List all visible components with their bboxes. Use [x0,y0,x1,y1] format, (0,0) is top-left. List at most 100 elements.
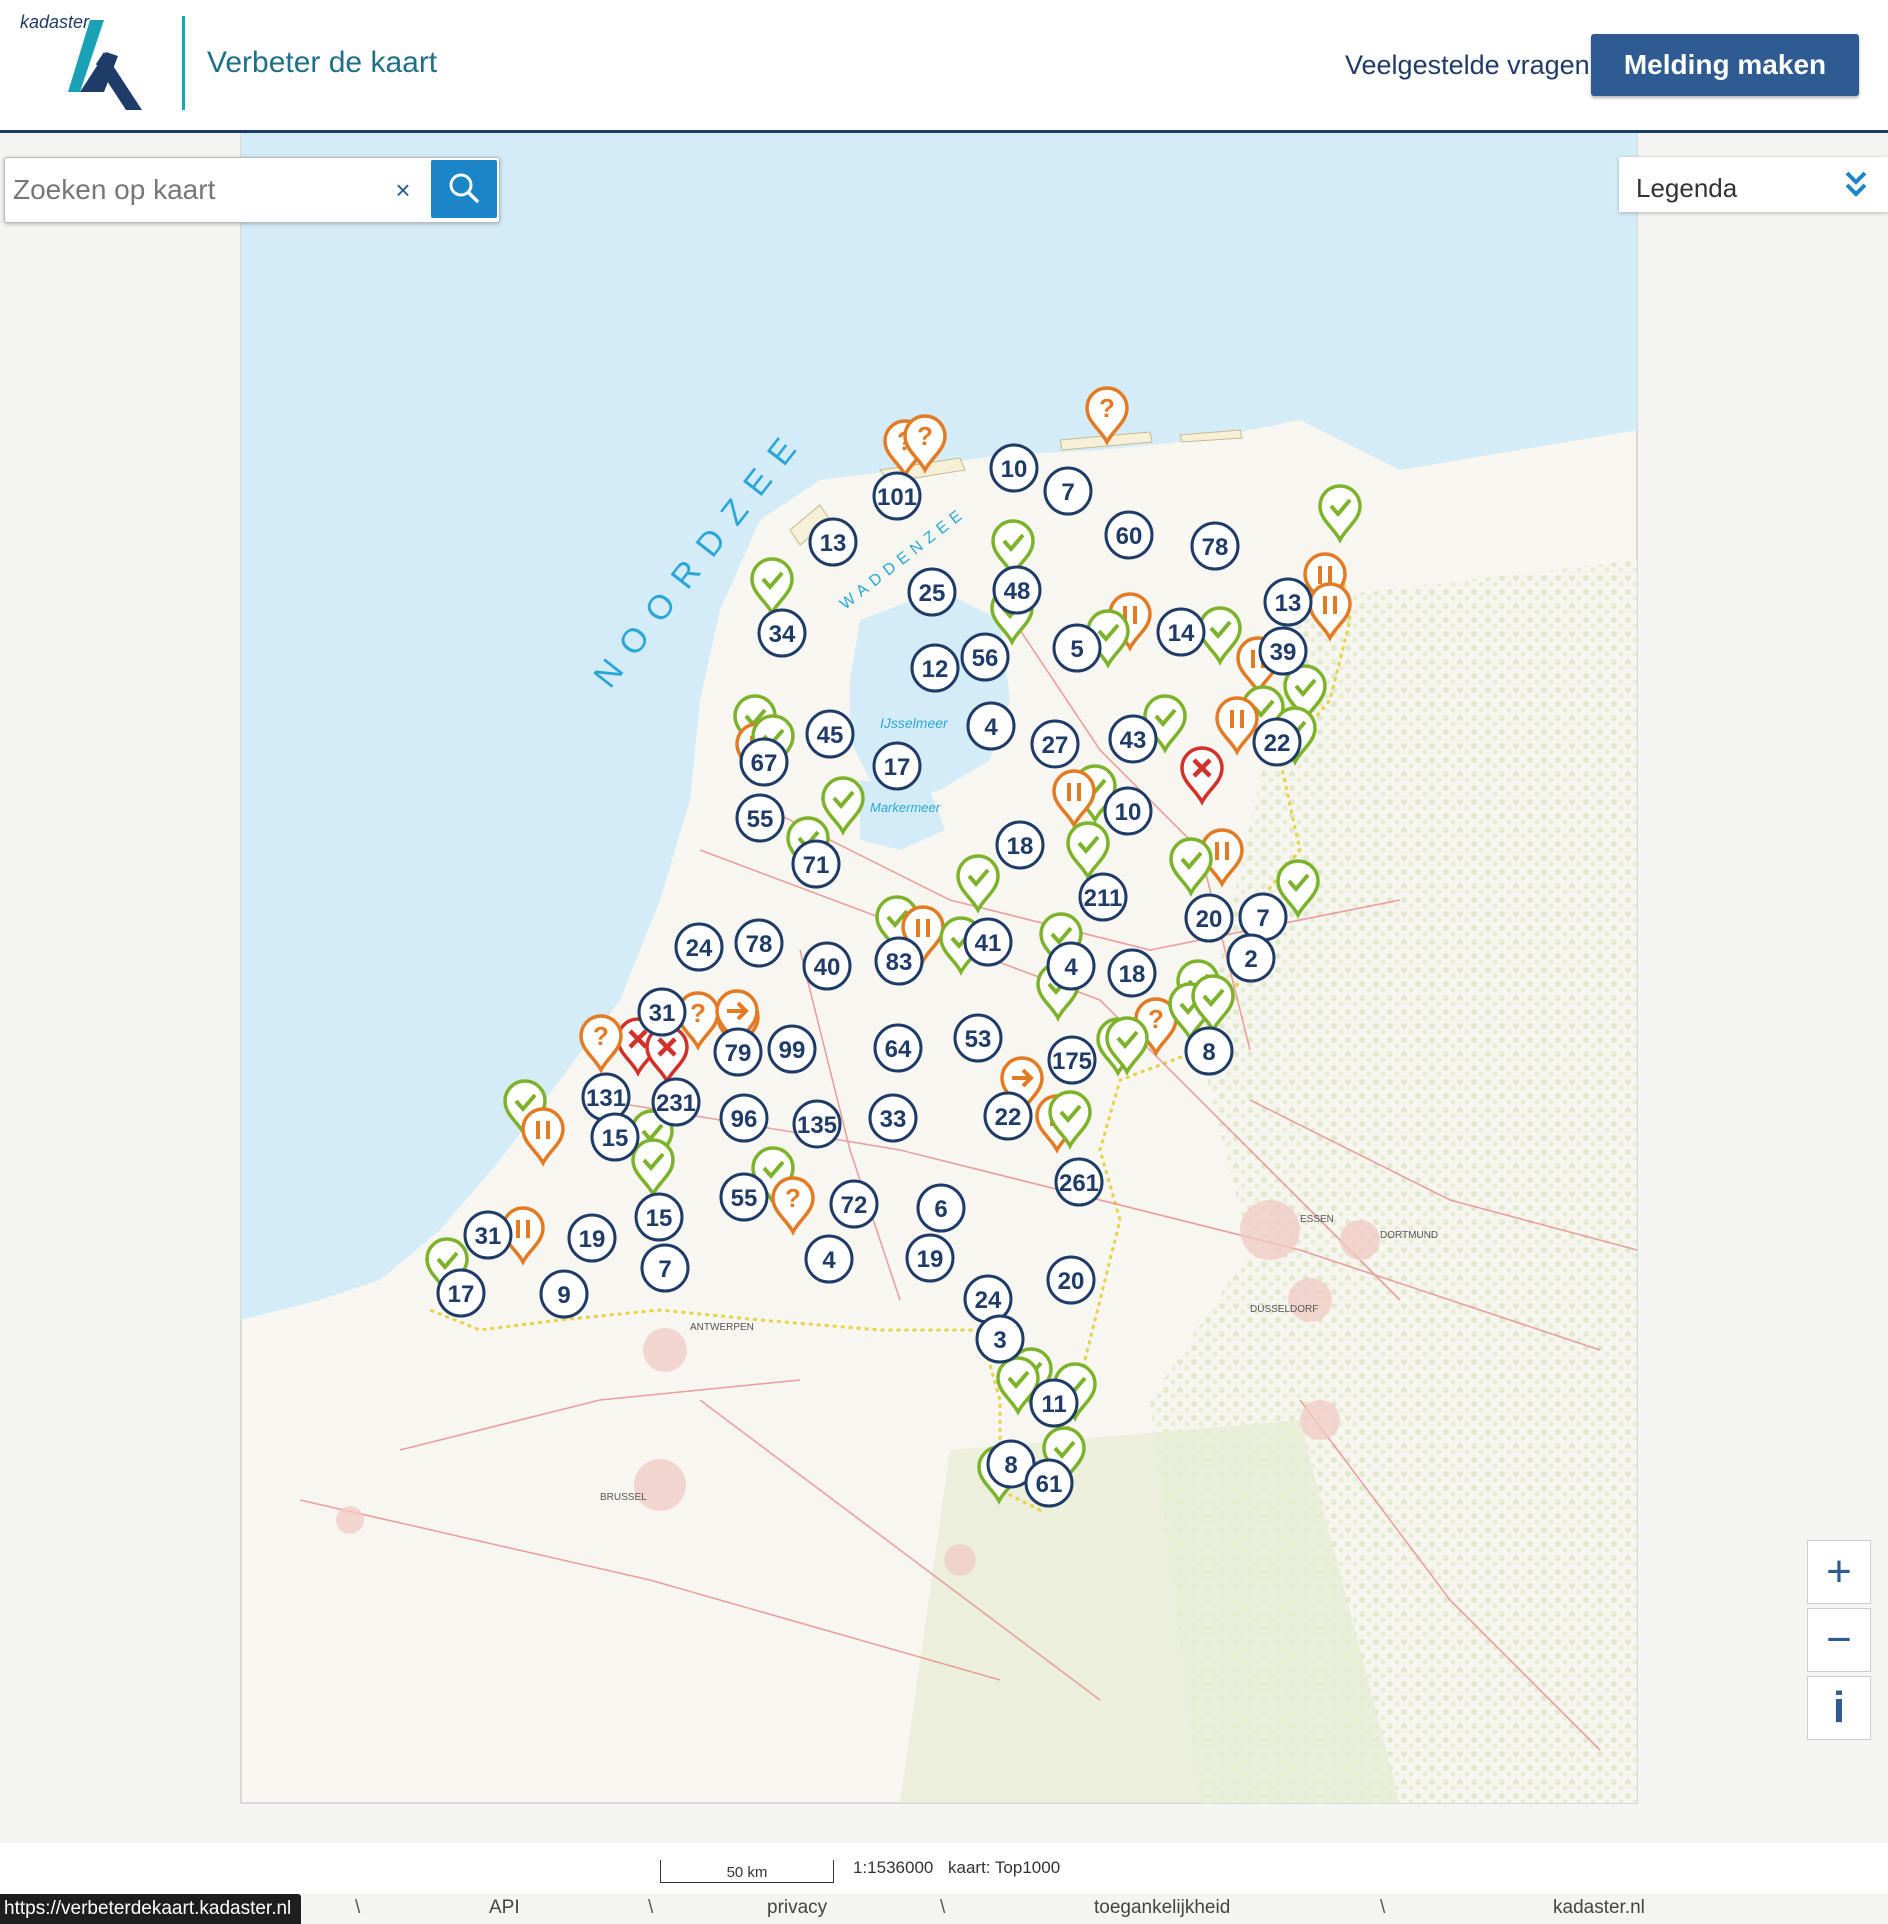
map-svg[interactable]: NOORDZEE WADDENZEE IJsselmeer Markermeer… [0,133,1888,1843]
cluster-marker[interactable]: 96 [719,1093,769,1143]
cluster-marker[interactable]: 83 [874,936,924,986]
cluster-marker[interactable]: 131 [581,1072,631,1122]
cluster-marker[interactable]: 15 [590,1112,640,1162]
info-button[interactable]: i [1807,1676,1871,1740]
cluster-count: 27 [1042,732,1069,759]
cluster-marker[interactable]: 22 [1252,717,1302,767]
cluster-marker[interactable]: 72 [829,1179,879,1229]
zoom-out-button[interactable]: − [1807,1608,1871,1672]
cluster-marker[interactable]: 48 [992,565,1042,615]
cluster-marker[interactable]: 135 [792,1099,842,1149]
cluster-marker[interactable]: 18 [995,820,1045,870]
cluster-marker[interactable]: 64 [873,1023,923,1073]
legend-panel[interactable]: Legenda [1619,157,1888,212]
cluster-count: 6 [934,1196,947,1223]
cluster-marker[interactable]: 27 [1030,719,1080,769]
cluster-marker[interactable]: 71 [791,839,841,889]
cluster-marker[interactable]: 11 [1029,1378,1079,1428]
cluster-marker[interactable]: 20 [1184,893,1234,943]
cluster-count: 78 [746,931,773,958]
cluster-marker[interactable]: 211 [1078,872,1128,922]
cluster-marker[interactable]: 13 [1263,577,1313,627]
cluster-marker[interactable]: 53 [953,1013,1003,1063]
cluster-marker[interactable]: 22 [983,1091,1033,1141]
cluster-marker[interactable]: 7 [640,1243,690,1293]
cluster-marker[interactable]: 17 [436,1268,486,1318]
cluster-marker[interactable]: 4 [966,701,1016,751]
cluster-marker[interactable]: 41 [963,917,1013,967]
cluster-count: 83 [886,949,913,976]
app-title[interactable]: Verbeter de kaart [207,46,437,80]
cluster-marker[interactable]: 261 [1054,1157,1104,1207]
cluster-marker[interactable]: 55 [735,793,785,843]
cluster-marker[interactable]: 8 [1184,1026,1234,1076]
cluster-marker[interactable]: 3 [975,1314,1025,1364]
double-chevron-down-icon[interactable] [1841,167,1871,201]
cluster-marker[interactable]: 15 [634,1192,684,1242]
cluster-marker[interactable]: 45 [805,709,855,759]
cluster-marker[interactable]: 101 [872,471,922,521]
cluster-marker[interactable]: 18 [1107,948,1157,998]
zoom-in-button[interactable]: + [1807,1540,1871,1604]
cluster-marker[interactable]: 61 [1024,1458,1074,1508]
search-icon [449,173,479,203]
footer-separator: \ [1380,1897,1386,1918]
cluster-marker[interactable]: 25 [907,567,957,617]
footer-link-api[interactable]: API [489,1897,520,1919]
cluster-marker[interactable]: 19 [905,1233,955,1283]
cluster-marker[interactable]: 10 [1103,786,1153,836]
marker-symbol: ? [785,1183,801,1213]
cluster-marker[interactable]: 231 [651,1077,701,1127]
map-canvas[interactable]: NOORDZEE WADDENZEE IJsselmeer Markermeer… [0,133,1888,1843]
cluster-marker[interactable]: 9 [539,1269,589,1319]
cluster-marker[interactable]: 55 [719,1172,769,1222]
cluster-marker[interactable]: 4 [1046,941,1096,991]
search-input[interactable] [11,166,375,214]
cluster-count: 17 [884,754,911,781]
clear-search-button[interactable]: × [385,172,421,208]
cluster-marker[interactable]: 20 [1046,1255,1096,1305]
cluster-marker[interactable]: 34 [757,608,807,658]
cluster-marker[interactable]: 78 [1190,521,1240,571]
cluster-marker[interactable]: 13 [808,517,858,567]
cluster-marker[interactable]: 2 [1226,933,1276,983]
cluster-marker[interactable]: 17 [872,741,922,791]
faq-link[interactable]: Veelgestelde vragen [1345,50,1590,81]
footer-link-privacy[interactable]: privacy [767,1897,827,1919]
footer-link-accessibility[interactable]: toegankelijkheid [1094,1897,1230,1919]
cluster-count: 20 [1196,906,1223,933]
cluster-marker[interactable]: 31 [637,987,687,1037]
cluster-count: 55 [731,1185,758,1212]
cluster-count: 13 [820,530,847,557]
cluster-marker[interactable]: 12 [910,643,960,693]
cluster-count: 39 [1270,639,1297,666]
cluster-marker[interactable]: 33 [868,1093,918,1143]
cluster-count: 31 [649,1000,676,1027]
brand-text: kadaster [20,12,90,32]
cluster-marker[interactable]: 40 [802,941,852,991]
cluster-marker[interactable]: 24 [674,922,724,972]
cluster-count: 5 [1070,636,1083,663]
cluster-marker[interactable]: 6 [916,1183,966,1233]
cluster-marker[interactable]: 14 [1156,607,1206,657]
cluster-marker[interactable]: 79 [713,1027,763,1077]
cluster-marker[interactable]: 7 [1043,466,1093,516]
cluster-marker[interactable]: 4 [804,1234,854,1284]
cluster-count: 8 [1202,1039,1215,1066]
cluster-marker[interactable]: 5 [1052,623,1102,673]
cluster-marker[interactable]: 67 [739,737,789,787]
search-button[interactable] [431,160,497,218]
cluster-marker[interactable]: 39 [1258,626,1308,676]
cluster-marker[interactable]: 56 [960,632,1010,682]
cluster-marker[interactable]: 60 [1104,510,1154,560]
cluster-marker[interactable]: 78 [734,918,784,968]
cluster-marker[interactable]: 99 [767,1024,817,1074]
footer-link-kadaster[interactable]: kadaster.nl [1553,1897,1645,1919]
cluster-marker[interactable]: 10 [989,443,1039,493]
cluster-marker[interactable]: 31 [463,1210,513,1260]
report-button[interactable]: Melding maken [1591,34,1859,96]
cluster-marker[interactable]: 43 [1108,714,1158,764]
cluster-marker[interactable]: 19 [567,1213,617,1263]
cluster-marker[interactable]: 7 [1238,892,1288,942]
cluster-marker[interactable]: 175 [1047,1035,1097,1085]
